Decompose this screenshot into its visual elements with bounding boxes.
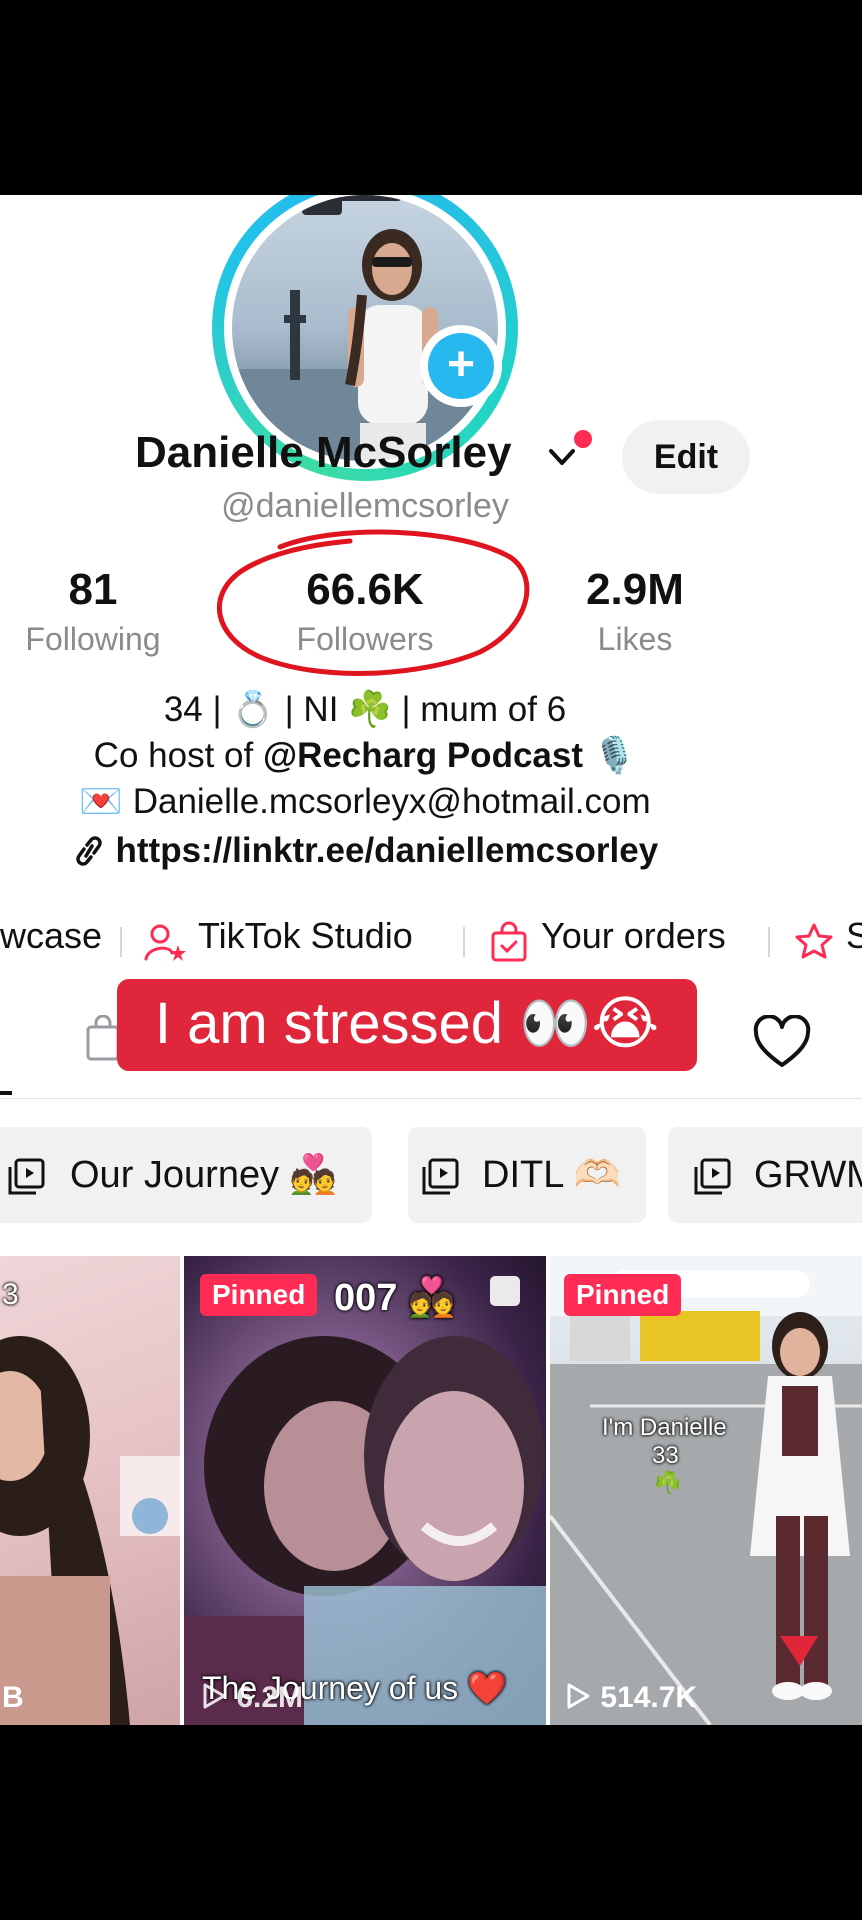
video-thumbnail[interactable]: Pinned I'm Danielle 33 ☘️ 514.7K bbox=[550, 1256, 862, 1725]
video-top-text: 3 bbox=[2, 1278, 19, 1311]
video-thumbnail-art bbox=[184, 1336, 546, 1725]
star-icon bbox=[795, 923, 833, 959]
likes-count: 2.9M bbox=[586, 565, 684, 614]
stat-following[interactable]: 81 Following bbox=[0, 565, 186, 661]
bio-line-1: 34 | 💍 | NI ☘️ | mum of 6 bbox=[163, 690, 567, 729]
shopping-bag-icon bbox=[491, 921, 527, 962]
video-thumbnail-art bbox=[0, 1336, 180, 1725]
bio-line-3: 💌 Danielle.mcsorleyx@hotmail.com bbox=[0, 781, 730, 822]
chevron-down-icon[interactable] bbox=[545, 440, 579, 474]
love-letter-icon: 💌 bbox=[79, 782, 123, 821]
shortcut-divider bbox=[463, 927, 465, 957]
profile-screen: + Danielle McSorley Edit @daniellemcsorl… bbox=[0, 195, 862, 1725]
bio-email: Danielle.mcsorleyx@hotmail.com bbox=[132, 782, 651, 821]
view-count: 6.2M bbox=[200, 1681, 303, 1715]
display-name: Danielle McSorley bbox=[135, 428, 512, 477]
view-count-value: 514.7K bbox=[600, 1681, 698, 1714]
playlist-icon bbox=[422, 1158, 459, 1195]
hand-drawn-circle-annotation bbox=[216, 529, 530, 676]
playlist-icon bbox=[8, 1158, 45, 1195]
shortcut-bar: wcase TikTok Studio Your orders S bbox=[0, 907, 862, 967]
pinned-badge: Pinned bbox=[200, 1274, 318, 1316]
playlist-label: Our Journey 💑 bbox=[70, 1154, 337, 1196]
playlist-label: DITL 🫶🏻 bbox=[482, 1154, 621, 1196]
video-caption-line-1: I'm Danielle bbox=[602, 1414, 727, 1441]
bio-line-2: Co host of @Recharg Podcast 🎙️ bbox=[0, 735, 730, 776]
video-caption-line-2: 33 bbox=[652, 1442, 679, 1469]
video-thumbnail[interactable]: 3 B bbox=[0, 1256, 180, 1725]
view-count: 514.7K bbox=[564, 1681, 697, 1715]
username: @daniellemcsorley bbox=[221, 487, 509, 525]
shamrock-icon: ☘️ bbox=[654, 1470, 682, 1495]
follow-add-button[interactable]: + bbox=[420, 325, 502, 407]
notification-dot bbox=[574, 430, 592, 448]
multi-select-icon bbox=[490, 1276, 520, 1306]
video-thumbnail[interactable]: Pinned 007 💑 The Journey of us ❤️ 6.2M bbox=[184, 1256, 546, 1725]
shop-tab-icon[interactable] bbox=[86, 1015, 120, 1061]
video-top-text: 007 💑 bbox=[334, 1277, 456, 1319]
video-caption-overlay: I am stressed 👀😭 bbox=[117, 979, 697, 1071]
bio-link[interactable]: https://linktr.ee/daniellemcsorley bbox=[0, 831, 730, 871]
bio-cohost-text: Co host of bbox=[93, 736, 263, 775]
microphone-icon: 🎙️ bbox=[592, 736, 637, 775]
bio-link-text: https://linktr.ee/daniellemcsorley bbox=[115, 831, 659, 870]
podcast-mention-link[interactable]: @Recharg Podcast bbox=[263, 736, 583, 775]
following-count: 81 bbox=[68, 565, 118, 614]
name-row: Danielle McSorley Edit bbox=[0, 420, 862, 494]
heart-icon[interactable] bbox=[752, 1015, 812, 1071]
likes-label: Likes bbox=[597, 621, 673, 657]
pinned-badge: Pinned bbox=[564, 1274, 682, 1316]
shortcut-showcase[interactable]: wcase bbox=[0, 915, 102, 957]
playlist-grwm[interactable]: GRWM bbox=[668, 1127, 862, 1223]
stat-likes[interactable]: 2.9M Likes bbox=[555, 565, 715, 661]
active-tab-indicator bbox=[0, 1091, 12, 1095]
video-bottom-text: B bbox=[2, 1681, 24, 1714]
playlist-ditl[interactable]: DITL 🫶🏻 bbox=[408, 1127, 646, 1223]
user-star-icon bbox=[144, 924, 186, 961]
video-thumbnail-art bbox=[550, 1256, 862, 1725]
playlist-label: GRWM bbox=[754, 1154, 862, 1196]
view-count-value: 6.2M bbox=[236, 1681, 304, 1714]
playlist-icon bbox=[694, 1158, 731, 1195]
tab-divider bbox=[0, 1098, 862, 1099]
edit-profile-button[interactable]: Edit bbox=[622, 420, 750, 494]
shortcut-your-orders[interactable]: Your orders bbox=[541, 915, 726, 957]
following-label: Following bbox=[25, 621, 161, 657]
plus-icon: + bbox=[428, 333, 494, 399]
shortcut-tiktok-studio[interactable]: TikTok Studio bbox=[198, 915, 413, 957]
link-icon bbox=[76, 836, 102, 866]
play-icon bbox=[567, 1683, 590, 1709]
shortcut-divider bbox=[768, 927, 770, 957]
play-icon bbox=[203, 1683, 226, 1709]
playlist-our-journey[interactable]: Our Journey 💑 bbox=[0, 1127, 372, 1223]
shortcut-divider bbox=[120, 927, 122, 957]
shortcut-next[interactable]: S bbox=[846, 915, 862, 957]
